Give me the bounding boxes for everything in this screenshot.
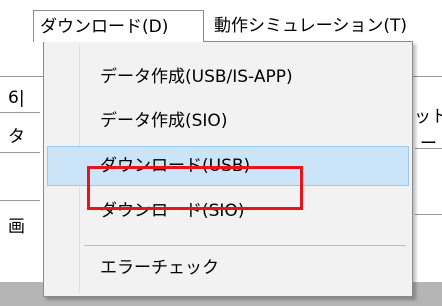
- menu-item-create-data-sio[interactable]: データ作成(SIO): [47, 101, 409, 141]
- menu-download[interactable]: ダウンロード(D): [33, 10, 204, 42]
- background-divider: [0, 152, 40, 153]
- menu-operation-simulation[interactable]: 動作シミュレーション(T): [208, 10, 413, 42]
- background-divider: [415, 214, 442, 215]
- annotation-highlight-box: [87, 166, 303, 210]
- background-text-fragment: 画: [8, 217, 25, 237]
- background-text-fragment: ー: [420, 134, 437, 154]
- menu-item-error-check[interactable]: エラーチェック: [47, 248, 409, 288]
- background-text-fragment: 6|: [8, 88, 25, 108]
- background-divider: [0, 112, 40, 113]
- background-divider: [415, 148, 442, 149]
- menu-separator: [84, 245, 406, 246]
- menu-item-create-data-usb-is-app[interactable]: データ作成(USB/IS-APP): [47, 57, 409, 97]
- background-divider: [0, 200, 40, 201]
- background-text-fragment: ット: [414, 107, 442, 127]
- background-text-fragment: タ: [8, 127, 25, 147]
